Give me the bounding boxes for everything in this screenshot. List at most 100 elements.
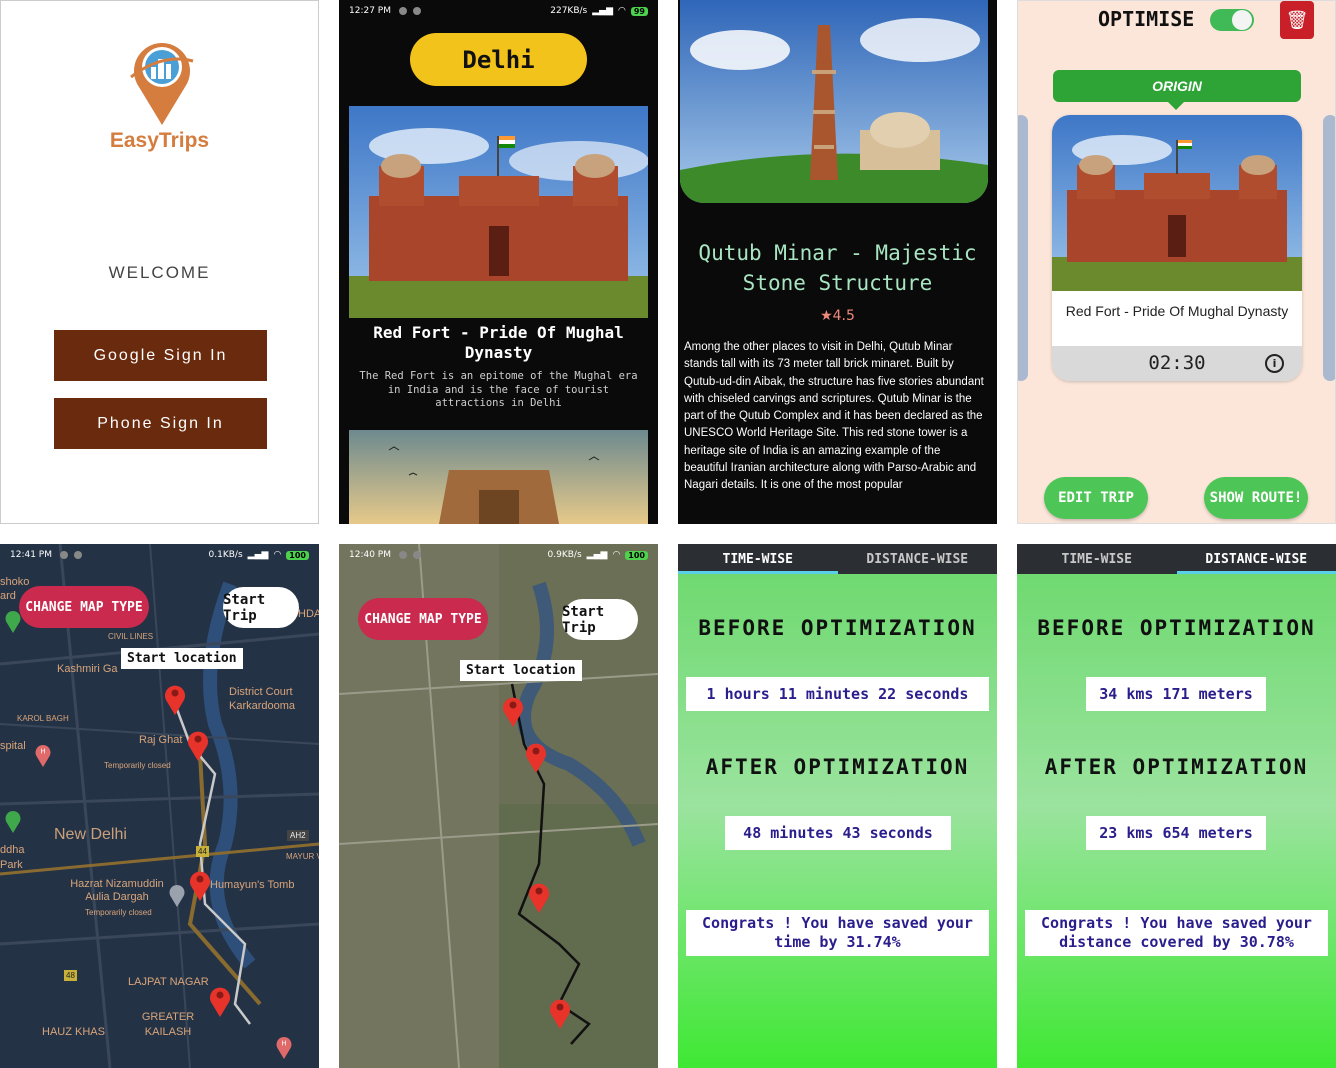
show-route-button[interactable]: SHOW ROUTE! xyxy=(1204,477,1308,519)
network-speed: 0.9KB/s xyxy=(547,550,582,560)
qutub-minar-image xyxy=(680,0,988,203)
app-name: EasyTrips xyxy=(109,129,210,152)
place-description: Among the other places to visit in Delhi… xyxy=(684,341,984,492)
time-stats-screen: TIME-WISE DISTANCE-WISE BEFORE OPTIMIZAT… xyxy=(678,544,997,1068)
map-pin-icon[interactable] xyxy=(524,740,548,774)
map-label: Temporarily closed xyxy=(104,761,171,770)
india-gate-image[interactable] xyxy=(349,430,648,524)
map-pin-icon[interactable] xyxy=(501,694,525,728)
map-pin-icon[interactable] xyxy=(527,880,551,914)
before-value: 1 hours 11 minutes 22 seconds xyxy=(686,677,989,711)
signal-icon: ▂▄▆ xyxy=(592,6,613,16)
optimise-label: OPTIMISE xyxy=(1098,7,1195,31)
tab-distance-wise[interactable]: DISTANCE-WISE xyxy=(838,544,998,574)
distance-stats-screen: TIME-WISE DISTANCE-WISE BEFORE OPTIMIZAT… xyxy=(1017,544,1336,1068)
map-label: New Delhi xyxy=(54,826,127,843)
city-title[interactable]: Delhi xyxy=(410,33,587,86)
welcome-screen: EasyTrips WELCOME Google Sign In Phone S… xyxy=(0,0,319,524)
after-value: 23 kms 654 meters xyxy=(1086,816,1266,850)
start-trip-button[interactable]: Start Trip xyxy=(562,599,638,640)
optimise-toggle[interactable] xyxy=(1210,9,1254,31)
map-label: LAJPAT NAGAR xyxy=(128,976,209,988)
map-label: AH2 xyxy=(287,830,309,841)
park-marker-icon[interactable] xyxy=(4,808,22,834)
battery-icon: 100 xyxy=(625,550,648,560)
battery-icon: 100 xyxy=(286,550,309,560)
status-bar: 12:40 PM 0.9KB/s ▂▄▆ ◠ 100 xyxy=(339,544,658,566)
edit-trip-button[interactable]: EDIT TRIP xyxy=(1044,477,1148,519)
map-pin-icon[interactable] xyxy=(186,728,210,762)
map-label: HDA xyxy=(298,608,319,620)
place-card[interactable]: Red Fort - Pride Of Mughal Dynasty 02:30… xyxy=(1052,115,1302,381)
stats-tabs: TIME-WISE DISTANCE-WISE xyxy=(678,544,997,574)
notification-icons xyxy=(399,551,421,559)
landmark-marker-icon[interactable] xyxy=(168,882,186,908)
svg-text:H: H xyxy=(40,748,45,756)
map-pin-icon[interactable] xyxy=(163,682,187,716)
rating-value: 4.5 xyxy=(832,308,855,324)
after-heading: AFTER OPTIMIZATION xyxy=(705,755,970,779)
trash-icon[interactable]: 🗑 xyxy=(1280,1,1314,39)
map-label: Park xyxy=(0,859,23,871)
tab-time-wise[interactable]: TIME-WISE xyxy=(1017,544,1177,574)
network-speed: 227KB/s xyxy=(550,6,588,16)
place-title: Qutub Minar - Majestic Stone Structure xyxy=(698,241,977,295)
info-icon[interactable]: i xyxy=(1265,354,1284,373)
welcome-text: WELCOME xyxy=(108,263,211,282)
status-bar: 12:41 PM 0.1KB/s ▂▄▆ ◠ 100 xyxy=(0,544,319,566)
hospital-marker-icon[interactable]: H xyxy=(275,1034,293,1060)
before-heading: BEFORE OPTIMIZATION xyxy=(698,616,977,640)
wifi-icon: ◠ xyxy=(612,550,621,560)
place-title[interactable]: Red Fort - Pride Of Mughal Dynasty xyxy=(349,323,648,363)
prev-card-peek[interactable] xyxy=(1018,115,1028,381)
google-sign-in-button[interactable]: Google Sign In xyxy=(54,330,267,381)
tab-distance-wise[interactable]: DISTANCE-WISE xyxy=(1176,544,1336,574)
start-trip-button[interactable]: Start Trip xyxy=(223,587,299,628)
map-label: MAYUR VI xyxy=(286,852,319,861)
place-detail-screen: Qutub Minar - Majestic Stone Structure ★… xyxy=(678,0,997,524)
park-marker-icon[interactable] xyxy=(4,608,22,634)
signal-icon: ▂▄▆ xyxy=(247,550,269,560)
map-label: 48 xyxy=(64,970,77,981)
start-location-label: Start location xyxy=(460,660,582,681)
place-description: The Red Fort is an epitome of the Mughal… xyxy=(359,370,638,409)
map-pin-icon[interactable] xyxy=(188,868,212,902)
card-place-name: Red Fort - Pride Of Mughal Dynasty xyxy=(1065,303,1289,319)
battery-icon: 99 xyxy=(630,6,648,16)
notification-icons xyxy=(399,7,421,15)
map-screen-satellite: 12:40 PM 0.9KB/s ▂▄▆ ◠ 100 CHANGE MAP TY… xyxy=(339,544,658,1068)
map-label: ddha xyxy=(0,844,25,856)
change-map-type-button[interactable]: CHANGE MAP TYPE xyxy=(19,586,149,628)
card-time-bar: 02:30 i xyxy=(1052,346,1302,381)
location-pin-logo-icon xyxy=(130,43,194,125)
after-value: 48 minutes 43 seconds xyxy=(725,816,951,850)
notification-icons xyxy=(60,551,82,559)
wifi-icon: ◠ xyxy=(618,6,626,16)
tab-time-wise[interactable]: TIME-WISE xyxy=(678,544,838,574)
before-value: 34 kms 171 meters xyxy=(1086,677,1266,711)
hospital-marker-icon[interactable]: H xyxy=(34,742,52,768)
phone-sign-in-button[interactable]: Phone Sign In xyxy=(54,398,267,449)
status-time: 12:41 PM xyxy=(10,550,52,560)
next-card-peek[interactable] xyxy=(1323,115,1335,381)
map-label: shoko xyxy=(0,576,30,588)
red-fort-image xyxy=(1052,115,1302,291)
stats-tabs: TIME-WISE DISTANCE-WISE xyxy=(1017,544,1336,574)
network-speed: 0.1KB/s xyxy=(208,550,243,560)
red-fort-image[interactable] xyxy=(349,106,648,318)
change-map-type-button[interactable]: CHANGE MAP TYPE xyxy=(358,598,488,640)
map-label: ard xyxy=(0,590,16,602)
city-list-screen: 12:27 PM 227KB/s ▂▄▆ ◠ 99 Delhi Red Fort… xyxy=(339,0,658,524)
map-label: Raj Ghat xyxy=(139,734,183,746)
congrats-message: Congrats ! You have saved your distance … xyxy=(1025,910,1328,956)
map-label: Temporarily closed xyxy=(85,908,152,917)
map-label: CIVIL LINES xyxy=(108,632,154,641)
map-pin-icon[interactable] xyxy=(548,996,572,1030)
map-label: Humayun's Tomb xyxy=(210,879,295,891)
origin-label: ORIGIN xyxy=(1053,70,1301,110)
congrats-message: Congrats ! You have saved your time by 3… xyxy=(686,910,989,956)
start-location-label: Start location xyxy=(121,648,243,669)
map-label: Kashmiri Ga xyxy=(57,663,118,675)
map-pin-icon[interactable] xyxy=(208,984,232,1018)
signal-icon: ▂▄▆ xyxy=(586,550,608,560)
